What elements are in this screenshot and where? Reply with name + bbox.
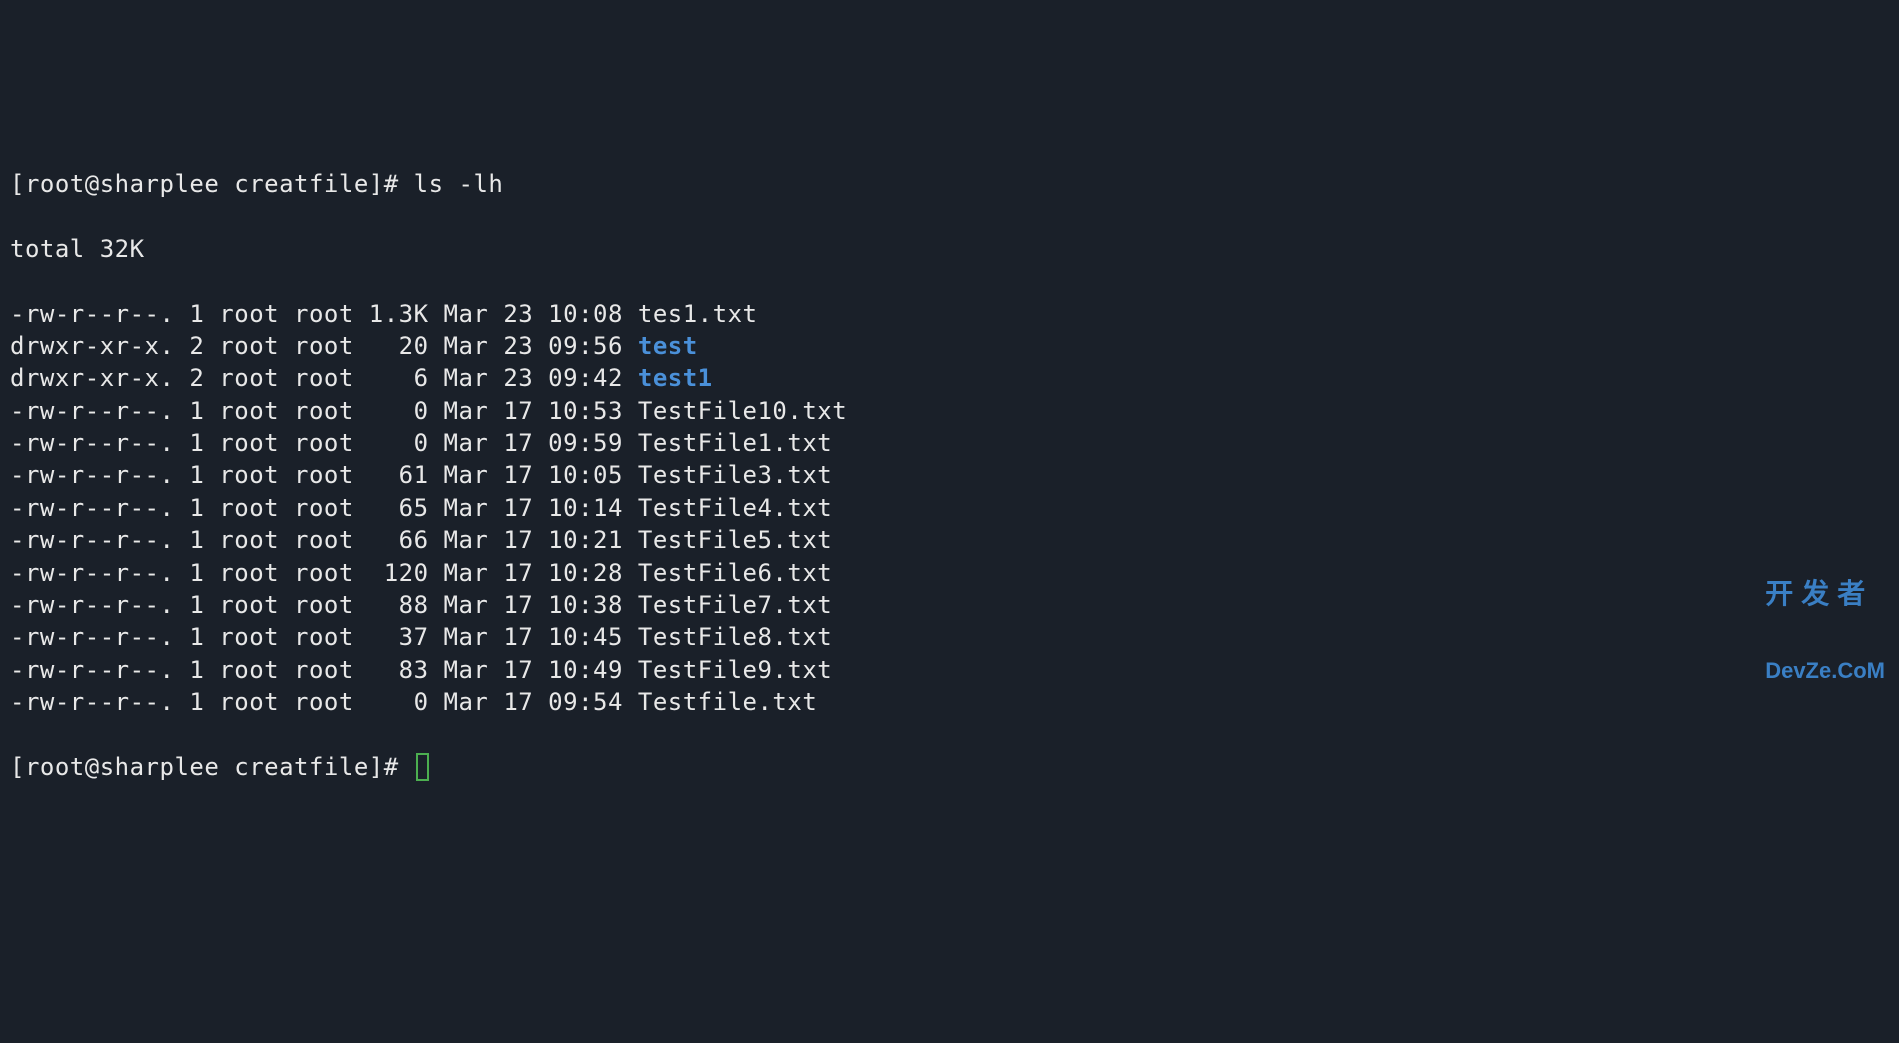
watermark-line2: DevZe.CoM: [1765, 659, 1885, 682]
file-row: -rw-r--r--. 1 root root 83 Mar 17 10:49 …: [10, 654, 1889, 686]
file-meta: drwxr-xr-x. 2 root root 20 Mar 23 09:56: [10, 332, 638, 360]
watermark: 开发者 DevZe.CoM: [1765, 529, 1885, 707]
file-meta: -rw-r--r--. 1 root root 0 Mar 17 09:54: [10, 688, 638, 716]
file-meta: -rw-r--r--. 1 root root 37 Mar 17 10:45: [10, 623, 638, 651]
file-row: -rw-r--r--. 1 root root 88 Mar 17 10:38 …: [10, 589, 1889, 621]
file-name: TestFile1.txt: [638, 429, 832, 457]
prompt-line-1: [root@sharplee creatfile]# ls -lh: [10, 168, 1889, 200]
file-meta: -rw-r--r--. 1 root root 0 Mar 17 09:59: [10, 429, 638, 457]
file-name: TestFile8.txt: [638, 623, 832, 651]
file-name: TestFile9.txt: [638, 656, 832, 684]
file-name: TestFile4.txt: [638, 494, 832, 522]
file-meta: -rw-r--r--. 1 root root 61 Mar 17 10:05: [10, 461, 638, 489]
file-row: drwxr-xr-x. 2 root root 20 Mar 23 09:56 …: [10, 330, 1889, 362]
file-row: -rw-r--r--. 1 root root 0 Mar 17 09:59 T…: [10, 427, 1889, 459]
dir-name: test1: [638, 364, 713, 392]
file-meta: -rw-r--r--. 1 root root 120 Mar 17 10:28: [10, 559, 638, 587]
file-meta: -rw-r--r--. 1 root root 83 Mar 17 10:49: [10, 656, 638, 684]
file-meta: -rw-r--r--. 1 root root 66 Mar 17 10:21: [10, 526, 638, 554]
file-meta: -rw-r--r--. 1 root root 88 Mar 17 10:38: [10, 591, 638, 619]
total-line: total 32K: [10, 233, 1889, 265]
file-row: -rw-r--r--. 1 root root 65 Mar 17 10:14 …: [10, 492, 1889, 524]
prompt-text-2: [root@sharplee creatfile]#: [10, 753, 414, 781]
file-row: -rw-r--r--. 1 root root 120 Mar 17 10:28…: [10, 557, 1889, 589]
terminal-output[interactable]: [root@sharplee creatfile]# ls -lh total …: [10, 136, 1889, 816]
file-name: TestFile6.txt: [638, 559, 832, 587]
file-row: -rw-r--r--. 1 root root 0 Mar 17 10:53 T…: [10, 395, 1889, 427]
dir-name: test: [638, 332, 698, 360]
file-row: -rw-r--r--. 1 root root 37 Mar 17 10:45 …: [10, 621, 1889, 653]
file-name: tes1.txt: [638, 300, 758, 328]
file-row: drwxr-xr-x. 2 root root 6 Mar 23 09:42 t…: [10, 362, 1889, 394]
file-row: -rw-r--r--. 1 root root 1.3K Mar 23 10:0…: [10, 298, 1889, 330]
file-name: TestFile7.txt: [638, 591, 832, 619]
file-name: Testfile.txt: [638, 688, 817, 716]
file-meta: drwxr-xr-x. 2 root root 6 Mar 23 09:42: [10, 364, 638, 392]
prompt-text: [root@sharplee creatfile]#: [10, 170, 414, 198]
command-text: ls -lh: [414, 170, 504, 198]
watermark-line1: 开发者: [1765, 579, 1885, 608]
file-row: -rw-r--r--. 1 root root 0 Mar 17 09:54 T…: [10, 686, 1889, 718]
file-meta: -rw-r--r--. 1 root root 65 Mar 17 10:14: [10, 494, 638, 522]
file-meta: -rw-r--r--. 1 root root 0 Mar 17 10:53: [10, 397, 638, 425]
prompt-line-2: [root@sharplee creatfile]#: [10, 751, 1889, 783]
file-name: TestFile5.txt: [638, 526, 832, 554]
file-name: TestFile10.txt: [638, 397, 847, 425]
file-row: -rw-r--r--. 1 root root 61 Mar 17 10:05 …: [10, 459, 1889, 491]
cursor[interactable]: [416, 753, 429, 781]
file-listing: -rw-r--r--. 1 root root 1.3K Mar 23 10:0…: [10, 298, 1889, 719]
file-name: TestFile3.txt: [638, 461, 832, 489]
file-row: -rw-r--r--. 1 root root 66 Mar 17 10:21 …: [10, 524, 1889, 556]
file-meta: -rw-r--r--. 1 root root 1.3K Mar 23 10:0…: [10, 300, 638, 328]
